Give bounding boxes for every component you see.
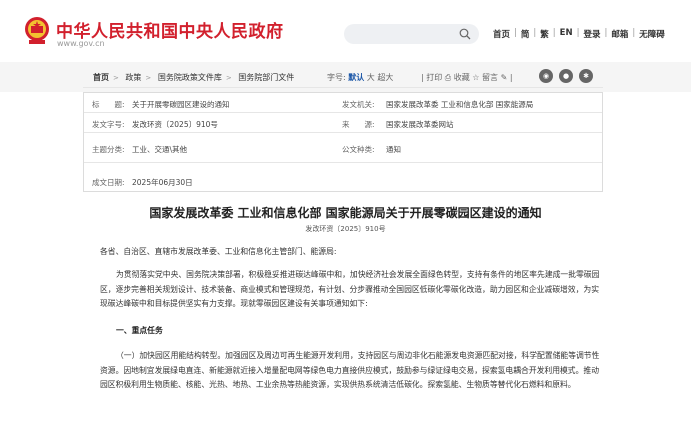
breadcrumb-toolbar: 首页 > 政策 > 国务院政策文件库 > 国务院部门文件 字号: 默认 大 超大 | … [83,66,603,88]
salutation: 各省、自治区、直辖市发展改革委、工业和信息化主管部门、能源局: [100,247,337,256]
topic-value: 工业、交通\其他 [132,145,188,154]
wechat-share-icon[interactable]: ● [559,69,573,83]
star-icon: ☆ [472,73,480,82]
docno-value: 发改环资〔2025〕910号 [132,120,218,129]
chevron-right-icon: > [113,74,119,82]
nav-login[interactable]: 登录 [579,28,604,40]
section-heading: 一、重点任务 [116,326,163,335]
nav-traditional[interactable]: 繁 [536,28,553,40]
document-info-table: 标 题: 关于开展零碳园区建设的通知 发文机关: 国家发展改革委 工业和信息化部… [83,92,603,192]
type-label: 公文种类: [342,145,375,154]
comment-button[interactable]: 留言 [482,73,498,82]
chevron-right-icon: > [225,74,232,82]
font-size-label: 字号: [327,73,346,82]
breadcrumb-library[interactable]: 国务院政策文件库 [158,73,222,82]
info-row: 主题分类: 工业、交通\其他 公文种类: 通知 [84,133,602,163]
info-row: 发文字号: 发改环资〔2025〕910号 来 源: 国家发展改革委网站 [84,113,602,133]
date-label: 成文日期: [92,178,125,187]
date-value: 2025年06月30日 [132,178,193,187]
source-value: 国家发展改革委网站 [386,120,454,129]
issuer-label: 发文机关: [342,100,375,109]
search-icon[interactable] [459,28,471,40]
favorite-button[interactable]: 收藏 [454,73,470,82]
font-xlarge-button[interactable]: 超大 [377,73,393,82]
docno-label: 发文字号: [92,120,125,129]
search-input[interactable] [344,24,479,44]
topic-label: 主题分类: [92,145,125,154]
nav-home[interactable]: 首页 [489,28,514,40]
breadcrumb: 首页 > 政策 > 国务院政策文件库 > 国务院部门文件 [93,72,294,83]
chevron-right-icon: > [145,74,152,82]
print-button[interactable]: 打印 [426,73,442,82]
pencil-icon: ✎ [500,73,508,82]
title-value: 关于开展零碳园区建设的通知 [132,100,230,109]
font-size-control: 字号: 默认 大 超大 [327,72,393,83]
site-url: www.gov.cn [57,39,105,48]
breadcrumb-department[interactable]: 国务院部门文件 [238,73,294,82]
font-default-button[interactable]: 默认 [348,73,364,82]
document-title: 国家发展改革委 工业和信息化部 国家能源局关于开展零碳园区建设的通知 [149,206,542,220]
source-label: 来 源: [342,120,375,129]
document-number: 发改环资〔2025〕910号 [305,225,386,233]
nav-accessibility[interactable]: 无障碍 [635,28,669,40]
top-nav: 首页 | 简 | 繁 | EN | 登录 | 邮箱 | 无障碍 [489,28,669,40]
weibo-share-icon[interactable]: ◉ [539,69,553,83]
more-share-icon[interactable]: ✱ [579,69,593,83]
info-row: 成文日期: 2025年06月30日 [84,171,602,191]
type-value: 通知 [386,145,401,154]
nav-mail[interactable]: 邮箱 [607,28,632,40]
nav-simplified[interactable]: 简 [517,28,534,40]
info-row: 标 题: 关于开展零碳园区建设的通知 发文机关: 国家发展改革委 工业和信息化部… [84,93,602,113]
title-label: 标 题: [92,100,125,109]
intro-paragraph: 为贯彻落实党中央、国务院决策部署，积极稳妥推进碳达峰碳中和，加快经济社会发展全面… [100,270,600,308]
issuer-value: 国家发展改革委 工业和信息化部 国家能源局 [386,100,534,109]
font-large-button[interactable]: 大 [367,73,375,82]
page-tools: | 打印 ⎙ 收藏 ☆ 留言 ✎ | [421,73,513,82]
national-emblem-icon[interactable] [24,16,50,46]
print-icon: ⎙ [444,73,452,82]
breadcrumb-home[interactable]: 首页 [93,73,109,82]
task-paragraph: （一）加快园区用能结构转型。加强园区及周边可再生能源开发利用，支持园区与周边非化… [100,351,600,389]
breadcrumb-policy[interactable]: 政策 [125,73,141,82]
nav-english[interactable]: EN [556,28,577,40]
site-header: 中华人民共和国中央人民政府 www.gov.cn 首页 | 简 | 繁 | EN | 登… [0,0,691,62]
